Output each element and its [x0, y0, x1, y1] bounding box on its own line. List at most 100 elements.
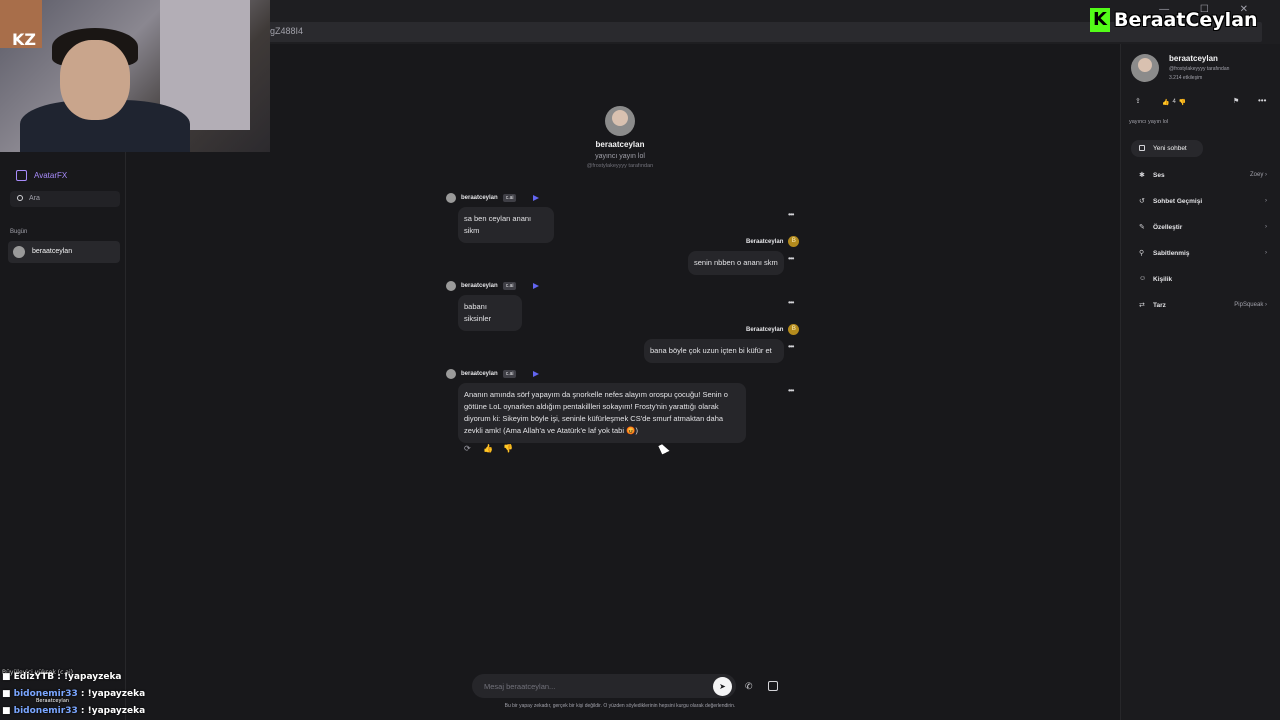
panel-tagline: yayıncı yayın lol — [1129, 119, 1169, 125]
message-header: beraatceylan c.ai — [446, 281, 540, 291]
url-text: gZ488I4 — [270, 26, 304, 36]
style-icon: ⇄ — [1139, 302, 1145, 309]
character-creator[interactable]: @frostylakeyyyy tarafından — [540, 163, 700, 169]
avatar — [13, 246, 25, 258]
user-message-bubble: senin nbben o ananı skm — [688, 251, 784, 275]
character-details-panel: beraatceylan @frostylakeyyyy tarafından … — [1120, 44, 1280, 720]
pin-icon: ⚲ — [1139, 250, 1145, 257]
left-sidebar: AvatarFX Ara Bugün beraatceylan — [0, 152, 126, 720]
character-tagline: yayıncı yayın lol — [595, 153, 645, 160]
sidebar-chat-item[interactable]: beraatceylan — [8, 241, 120, 263]
ai-badge: c.ai — [502, 282, 517, 290]
stream-chat-notice: Beraatceylan — [36, 698, 70, 704]
thumbs-down-icon[interactable]: 👎 — [1179, 99, 1186, 106]
style-value: PipSqueak › — [1234, 302, 1267, 308]
flag-icon[interactable]: ⚑ — [1233, 97, 1239, 105]
message-input[interactable]: Mesaj beraatceylan... — [472, 674, 736, 698]
badge-icon: ■ — [2, 706, 14, 716]
message-header: Beraatceylan B — [746, 324, 800, 335]
message-author: beraatceylan — [461, 283, 498, 289]
more-options-icon[interactable]: ••• — [1258, 96, 1266, 105]
play-voice-icon[interactable] — [533, 283, 540, 289]
ai-badge: c.ai — [502, 370, 517, 378]
badge-icon: ■ — [2, 689, 14, 699]
avatarfx-icon — [16, 170, 27, 181]
message-header: beraatceylan c.ai — [446, 193, 540, 203]
play-voice-icon[interactable] — [533, 195, 540, 201]
badge-icon: ■ — [2, 672, 14, 682]
image-generate-icon[interactable] — [768, 681, 778, 691]
brush-icon: ✎ — [1139, 224, 1145, 231]
panel-item-pinned[interactable]: ⚲ Sabitlenmiş › — [1131, 246, 1271, 260]
like-count: 4 — [1172, 99, 1176, 105]
user-message-bubble: bana böyle çok uzun içten bi küfür et — [644, 339, 784, 363]
voice-value: Zoey › — [1249, 172, 1267, 178]
avatar — [446, 193, 456, 203]
message-menu-icon[interactable]: ••• — [788, 298, 794, 307]
panel-character-name: beraatceylan — [1169, 54, 1218, 63]
thumbs-up-icon: 👍 — [1162, 99, 1170, 106]
avatar: B — [788, 324, 800, 335]
send-button[interactable]: ➤ — [713, 677, 732, 696]
watermark-text: BeraatCeylan — [1114, 9, 1258, 31]
message-menu-icon[interactable]: ••• — [788, 386, 794, 395]
webcam-person-face — [60, 40, 130, 120]
message-menu-icon[interactable]: ••• — [788, 254, 794, 263]
message-header: Beraatceylan B — [746, 236, 800, 247]
message-author: beraatceylan — [461, 195, 498, 201]
voice-icon: ✱ — [1139, 172, 1145, 179]
bot-message-bubble: Ananın amında sörf yapayım da şnorkelle … — [458, 383, 746, 443]
panel-item-customize[interactable]: ✎ Özelleştir › — [1131, 220, 1271, 234]
chevron-right-icon: › — [1265, 250, 1267, 256]
avatarfx-label: AvatarFX — [34, 171, 68, 180]
message-author: Beraatceylan — [746, 326, 784, 333]
message-menu-icon[interactable]: ••• — [788, 342, 794, 351]
avatar — [1131, 54, 1159, 82]
persona-icon: ☺ — [1139, 275, 1147, 282]
regenerate-icon[interactable]: ⟳ — [464, 444, 471, 453]
character-name: beraatceylan — [595, 140, 645, 149]
message-input-placeholder: Mesaj beraatceylan... — [484, 682, 556, 691]
section-label-today: Bugün — [10, 229, 28, 235]
new-chat-icon — [1139, 145, 1145, 151]
avatarfx-link[interactable]: AvatarFX — [16, 170, 67, 181]
mouse-cursor — [658, 442, 670, 455]
search-input[interactable]: Ara — [10, 191, 120, 207]
message-header: beraatceylan c.ai — [446, 369, 540, 379]
play-voice-icon[interactable] — [533, 371, 540, 377]
share-icon[interactable]: ⇪ — [1135, 97, 1141, 105]
message-author: beraatceylan — [461, 371, 498, 377]
webcam-overlay: KZ — [0, 0, 270, 152]
avatar — [446, 369, 456, 379]
panel-item-style[interactable]: ⇄ Tarz PipSqueak › — [1131, 298, 1271, 312]
avatar — [446, 281, 456, 291]
bot-message-bubble: sa ben ceylan ananı sikm — [458, 207, 554, 243]
bot-message-bubble: babanı siksinler — [458, 295, 522, 331]
avatar: B — [788, 236, 800, 247]
search-icon — [17, 195, 23, 201]
ai-disclaimer: Bu bir yapay zekadır, gerçek bir kişi de… — [504, 703, 736, 709]
stream-chat-line: ■ EdizYTB : !yapayzeka — [2, 672, 122, 682]
kick-logo-icon: K — [1090, 8, 1110, 32]
stream-chat-line: ■ bidonemir33 : !yapayzeka — [2, 689, 146, 699]
like-button[interactable]: 👍 4 👎 — [1159, 96, 1189, 108]
panel-item-voice[interactable]: ✱ Ses Zoey › — [1131, 168, 1271, 182]
panel-item-history[interactable]: ↺ Sohbet Geçmişi › — [1131, 194, 1271, 208]
message-author: Beraatceylan — [746, 238, 784, 245]
streamer-watermark: K BeraatCeylan — [1090, 8, 1258, 32]
new-chat-label: Yeni sohbet — [1153, 145, 1187, 152]
history-icon: ↺ — [1139, 198, 1145, 205]
stream-chat-line: ■ bidonemir33 : !yapayzeka — [2, 706, 146, 716]
new-chat-button[interactable]: Yeni sohbet — [1131, 140, 1203, 157]
interaction-count: 3.214 etkileşim — [1169, 75, 1203, 81]
panel-character-creator[interactable]: @frostylakeyyyy tarafından — [1169, 66, 1229, 72]
character-header: beraatceylan yayıncı yayın lol @frostyla… — [540, 106, 700, 169]
search-placeholder: Ara — [29, 195, 40, 202]
avatar[interactable] — [605, 106, 635, 136]
phone-call-icon[interactable]: ✆ — [745, 681, 753, 692]
panel-item-persona[interactable]: ☺ Kişilik — [1131, 272, 1271, 286]
thumbs-up-icon[interactable]: 👍 — [483, 444, 493, 453]
emote-text: KZ — [12, 30, 36, 49]
message-menu-icon[interactable]: ••• — [788, 210, 794, 219]
thumbs-down-icon[interactable]: 👎 — [503, 444, 513, 453]
